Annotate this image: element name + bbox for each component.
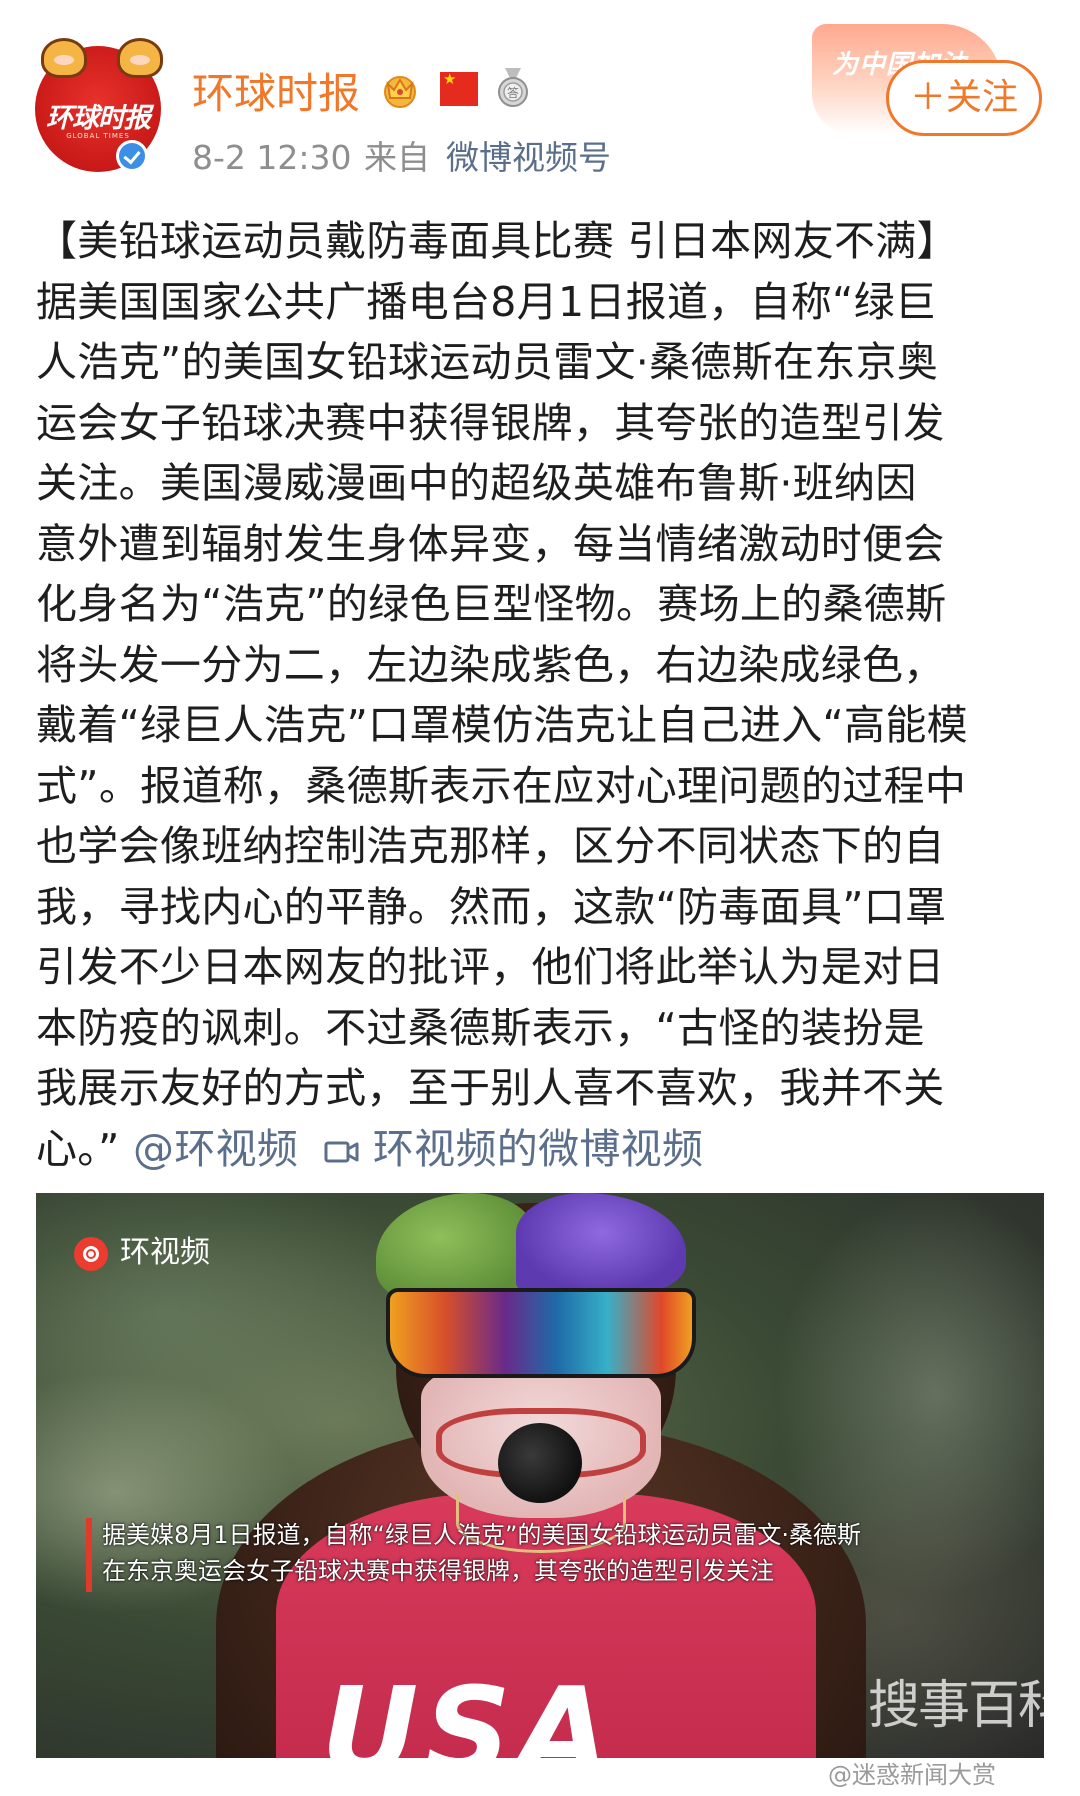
- post-line: 运会女子铅球决赛中获得银牌，其夸张的造型引发: [36, 398, 945, 447]
- post-line: 我，寻找内心的平静。然而，这款“防毒面具”口罩: [36, 882, 947, 931]
- crown-icon: [384, 76, 416, 108]
- post-source-prefix: 来自: [364, 138, 430, 177]
- post-source-link[interactable]: 微博视频号: [446, 136, 611, 180]
- video-watermark: 搜事百科: [868, 1676, 1044, 1736]
- post-line: 人浩克”的美国女铅球运动员雷文·桑德斯在东京奥: [36, 338, 939, 386]
- video-player[interactable]: USA 环视频 据美媒8月1日报道，自称“绿巨人浩克”的美国女铅球运动员雷文·桑…: [36, 1193, 1044, 1758]
- video-camera-icon: [324, 1141, 359, 1162]
- post-line: 意外遭到辐射发生身体异变，每当情绪激动时便会: [36, 519, 945, 568]
- post-line: 式”。报道称，桑德斯表示在应对心理问题的过程中: [36, 761, 967, 810]
- post-line: 【美铅球运动员戴防毒面具比赛 引日本网友不满】: [36, 217, 958, 265]
- athlete-mask-valve: [498, 1423, 582, 1503]
- post-line: 本防疫的讽刺。不过桑德斯表示，“古怪的装扮是: [36, 1003, 925, 1052]
- post-line: 引发不少日本网友的批评，他们将此举认为是对日: [36, 943, 945, 991]
- medal-icon: 答: [498, 68, 528, 107]
- post-line-last-text: 心。”: [36, 1124, 120, 1173]
- video-caption-line-2: 在东京奥运会女子铅球决赛中获得银牌，其夸张的造型引发关注: [102, 1557, 774, 1585]
- video-source-logo-icon: [74, 1237, 108, 1271]
- video-source-label: 环视频: [120, 1235, 210, 1270]
- weibo-watermark: @迷惑新闻大赏: [828, 1761, 996, 1789]
- avatar-sub-text: GLOBAL TIMES: [66, 132, 130, 140]
- avatar-logo-text: 环球时报: [46, 103, 151, 134]
- athlete-visor: [386, 1288, 696, 1378]
- post-line: 据美国国家公共广播电台8月1日报道，自称“绿巨: [36, 277, 937, 326]
- follow-button[interactable]: ＋关注: [886, 60, 1042, 136]
- jersey-text: USA: [321, 1663, 616, 1758]
- post-line: 将头发一分为二，左边染成紫色，右边染成绿色，: [36, 640, 945, 689]
- post-line-last: 心。” @环视频 环视频的微博视频: [36, 1119, 1046, 1180]
- video-caption-line-1: 据美媒8月1日报道，自称“绿巨人浩克”的美国女铅球运动员雷文·桑德斯: [102, 1521, 862, 1549]
- post-line: 关注。美国漫威漫画中的超级英雄布鲁斯·班纳因: [36, 459, 917, 507]
- ox-mascot-right: [117, 38, 163, 78]
- verified-icon: [116, 140, 148, 172]
- video-link[interactable]: 环视频的微博视频: [373, 1125, 703, 1173]
- post-time: 8-2 12:30: [192, 138, 352, 177]
- account-name[interactable]: 环球时报: [192, 66, 360, 122]
- svg-text:答: 答: [507, 85, 519, 100]
- post-header: 环球时报 GLOBAL TIMES 环球时报 答 8-2 12:30 来自 微博…: [0, 0, 1080, 190]
- mention-link[interactable]: @环视频: [133, 1125, 298, 1173]
- post-text: 【美铅球运动员戴防毒面具比赛 引日本网友不满】 据美国国家公共广播电台8月1日报…: [36, 211, 1046, 1179]
- flag-icon: [440, 71, 478, 106]
- post-line: 我展示友好的方式，至于别人喜不喜欢，我并不关: [36, 1064, 945, 1112]
- post-line: 戴着“绿巨人浩克”口罩模仿浩克让自己进入“高能模: [36, 701, 968, 749]
- post-line: 也学会像班纳控制浩克那样，区分不同状态下的自: [36, 822, 945, 870]
- post-line: 化身名为“浩克”的绿色巨型怪物。赛场上的桑德斯: [36, 580, 947, 628]
- ox-mascot-left: [41, 38, 87, 78]
